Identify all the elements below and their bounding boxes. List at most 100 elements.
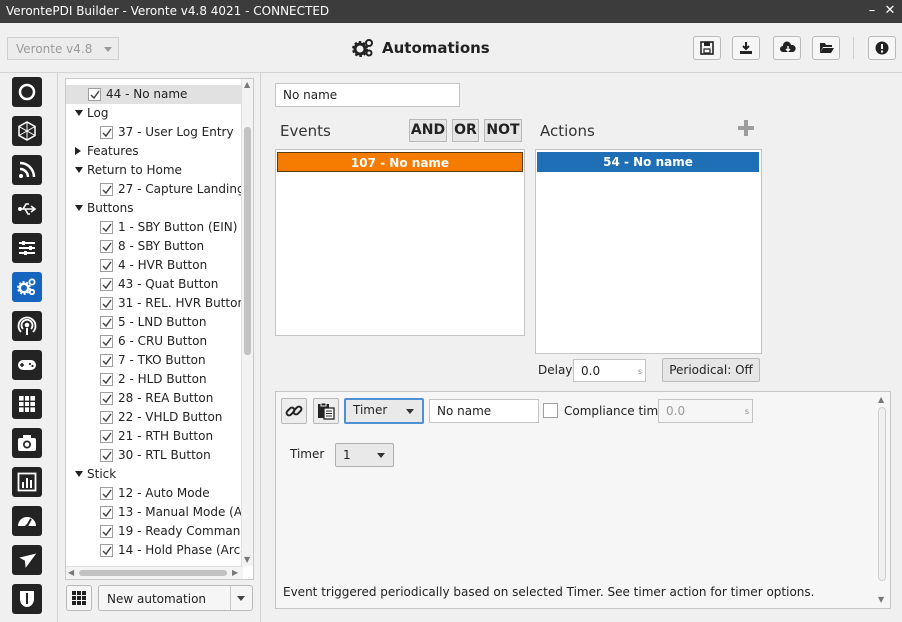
download-button[interactable] (732, 36, 760, 60)
delay-input[interactable]: 0.0 s (573, 359, 646, 382)
not-button[interactable]: NOT (484, 119, 522, 142)
tree-node-checkbox[interactable] (100, 240, 113, 253)
tree-node-6[interactable]: 6 - CRU Button (66, 332, 241, 351)
link-button[interactable] (281, 398, 307, 424)
save-button[interactable] (693, 36, 721, 60)
sidebar-item-gamepad[interactable] (12, 350, 42, 380)
sidebar-item-automations[interactable] (12, 272, 42, 302)
tree-group-buttons[interactable]: Buttons (66, 199, 241, 218)
collapsed-caret-icon[interactable] (75, 147, 81, 155)
version-select[interactable]: Veronte v4.8 (7, 37, 119, 60)
or-button[interactable]: OR (452, 119, 479, 142)
expanded-caret-icon[interactable] (75, 110, 83, 116)
tree-node-checkbox[interactable] (100, 449, 113, 462)
tree-node-checkbox[interactable] (100, 278, 113, 291)
tree-node-7[interactable]: 7 - TKO Button (66, 351, 241, 370)
sidebar-item-charts[interactable] (12, 467, 42, 497)
tree-node-8[interactable]: 8 - SBY Button (66, 237, 241, 256)
detail-scroll-track[interactable] (878, 407, 886, 581)
tree-node-checkbox[interactable] (100, 297, 113, 310)
tree-node-checkbox[interactable] (100, 373, 113, 386)
tree-group-stick[interactable]: Stick (66, 465, 241, 484)
expanded-caret-icon[interactable] (75, 471, 83, 477)
scroll-up-icon[interactable]: ▲ (244, 80, 250, 90)
tree-node-31[interactable]: 31 - REL. HVR Button (66, 294, 245, 313)
tree-node-30[interactable]: 30 - RTL Button (66, 446, 241, 465)
tree-scroll-thumb[interactable] (244, 127, 251, 355)
sidebar-item-plane[interactable] (12, 545, 42, 575)
chevron-down-icon[interactable] (230, 586, 252, 610)
scroll-down-icon[interactable]: ▼ (878, 595, 884, 605)
timer-select[interactable]: 1 (335, 443, 394, 467)
tree-node-22[interactable]: 22 - VHLD Button (66, 408, 241, 427)
sidebar-item-gauge[interactable] (12, 506, 42, 536)
scroll-up-icon[interactable]: ▲ (878, 395, 884, 405)
sidebar-item-podcast[interactable] (12, 311, 42, 341)
tree-node-checkbox[interactable] (88, 88, 101, 101)
close-button[interactable]: ✕ (883, 3, 897, 19)
tree-node-43[interactable]: 43 - Quat Button (66, 275, 241, 294)
tree-node-checkbox[interactable] (100, 411, 113, 424)
tree-node-checkbox[interactable] (100, 487, 113, 500)
event-name-input[interactable]: No name (429, 399, 539, 423)
tree-hscroll-thumb[interactable] (79, 570, 227, 576)
minimize-button[interactable]: – (865, 3, 879, 19)
tree-horizontal-scrollbar[interactable]: ◀ ▶ (66, 566, 243, 579)
tree-node-checkbox[interactable] (100, 506, 113, 519)
tree-group-features[interactable]: Features (66, 142, 241, 161)
sidebar-item-power[interactable] (12, 77, 42, 107)
tree-node-5[interactable]: 5 - LND Button (66, 313, 241, 332)
sidebar-item-hexagon[interactable] (12, 116, 42, 146)
detail-vertical-scrollbar[interactable]: ▲ ▼ (876, 395, 888, 605)
tree-node-checkbox[interactable] (100, 259, 113, 272)
tree-node-12[interactable]: 12 - Auto Mode (66, 484, 241, 503)
tree-vertical-scrollbar[interactable]: ▲ ▼ (241, 79, 253, 566)
tree-node-4[interactable]: 4 - HVR Button (66, 256, 241, 275)
scroll-right-icon[interactable]: ▶ (232, 568, 238, 578)
sidebar-item-usb[interactable] (12, 194, 42, 224)
tree-node-checkbox[interactable] (100, 392, 113, 405)
tree-node-37[interactable]: 37 - User Log Entry (66, 123, 241, 142)
tree-node-checkbox[interactable] (100, 126, 113, 139)
action-item[interactable]: 54 - No name (537, 152, 759, 172)
grid-view-button[interactable] (66, 585, 92, 611)
tree-node-checkbox[interactable] (100, 183, 113, 196)
tree-node-checkbox[interactable] (100, 544, 113, 557)
tree-node-21[interactable]: 21 - RTH Button (66, 427, 241, 446)
tree-node-13[interactable]: 13 - Manual Mode (Arc (66, 503, 253, 522)
expanded-caret-icon[interactable] (75, 205, 83, 211)
open-folder-button[interactable] (812, 36, 840, 60)
tree-node-1[interactable]: 1 - SBY Button (EIN) (66, 218, 241, 237)
paste-button[interactable] (313, 398, 339, 424)
tree-node-44[interactable]: 44 - No name (66, 85, 241, 104)
tree-node-checkbox[interactable] (100, 335, 113, 348)
tree-node-checkbox[interactable] (100, 316, 113, 329)
periodical-toggle-button[interactable]: Periodical: Off (662, 358, 760, 382)
tree-node-19[interactable]: 19 - Ready Command (66, 522, 248, 541)
event-item[interactable]: 107 - No name (277, 152, 523, 172)
tree-node-14[interactable]: 14 - Hold Phase (Arcad (66, 541, 253, 560)
add-action-plus-icon[interactable] (738, 120, 754, 136)
sidebar-item-sliders[interactable] (12, 233, 42, 263)
tree-node-27[interactable]: 27 - Capture Landing P (66, 180, 253, 199)
tree-node-2[interactable]: 2 - HLD Button (66, 370, 241, 389)
sidebar-item-shield[interactable] (12, 584, 42, 614)
and-button[interactable]: AND (409, 119, 447, 142)
tree-node-checkbox[interactable] (100, 430, 113, 443)
expanded-caret-icon[interactable] (75, 167, 83, 173)
sidebar-item-grid[interactable] (12, 389, 42, 419)
sidebar-item-feed[interactable] (12, 155, 42, 185)
info-button[interactable] (868, 36, 896, 60)
cloud-download-button[interactable] (773, 36, 801, 60)
automation-name-input[interactable]: No name (275, 83, 460, 107)
tree-node-checkbox[interactable] (100, 525, 113, 538)
tree-group-log[interactable]: Log (66, 104, 241, 123)
new-automation-button[interactable]: New automation (98, 585, 253, 611)
tree-node-checkbox[interactable] (100, 221, 113, 234)
tree-node-28[interactable]: 28 - REA Button (66, 389, 241, 408)
event-type-select[interactable]: Timer (344, 398, 424, 424)
scroll-down-icon[interactable]: ▼ (244, 555, 250, 565)
scroll-left-icon[interactable]: ◀ (68, 568, 74, 578)
sidebar-item-camera[interactable] (12, 428, 42, 458)
tree-node-checkbox[interactable] (100, 354, 113, 367)
